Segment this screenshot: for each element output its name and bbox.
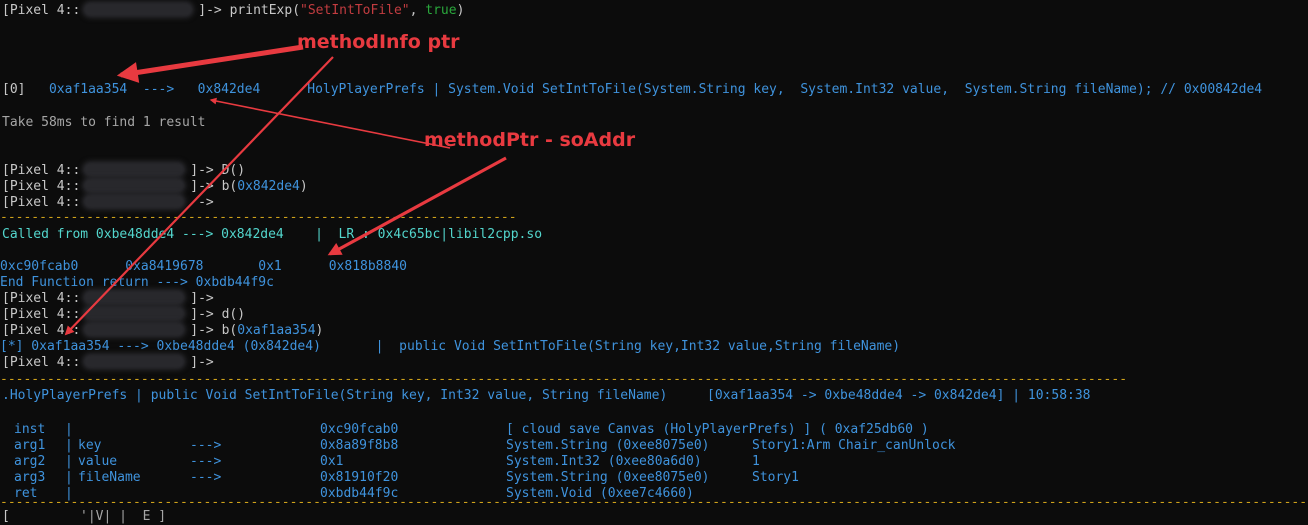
terminal-text: arg2 xyxy=(14,454,46,469)
terminal-text: [ cloud save Canvas (HolyPlayerPrefs) ] … xyxy=(506,422,929,437)
breakpoint-line: [*] 0xaf1aa354 ---> 0xbe48dde4 (0x842de4… xyxy=(0,339,900,355)
terminal-text: [Pixel 4:: xyxy=(2,307,81,322)
terminal-text: [Pixel 4:: xyxy=(2,179,81,194)
redacted-device-id xyxy=(84,323,185,336)
separator-1: ----------------------------------------… xyxy=(0,210,517,226)
terminal-text: [*] 0xaf1aa354 ---> 0xbe48dde4 (0x842de4… xyxy=(0,339,901,354)
terminal-text: 0x8a89f8b8 xyxy=(320,438,399,453)
prompt-line-d: [Pixel 4::]-> d() xyxy=(2,307,245,323)
terminal-text: 0xaf1aa354 ---> 0x842de4 HolyPlayerPrefs… xyxy=(48,82,1263,97)
terminal-text: Story1 xyxy=(752,470,799,485)
hook-header-line: .HolyPlayerPrefs | public Void SetIntToF… xyxy=(2,388,1091,404)
terminal-text: ]-> printExp( xyxy=(198,3,301,18)
terminal-text: key xyxy=(78,438,102,453)
terminal-text: [Pixel 4:: xyxy=(2,323,81,338)
terminal-text: 0x842de4 xyxy=(237,179,300,194)
prompt-line-b-af1aa354: [Pixel 4::]-> b(0xaf1aa354) xyxy=(2,323,323,339)
terminal-text: 0xaf1aa354 xyxy=(237,323,316,338)
terminal-text: ]-> xyxy=(190,355,214,370)
terminal-text: fileName xyxy=(78,470,141,485)
terminal-text: | xyxy=(65,438,73,453)
terminal-text: | xyxy=(65,454,73,469)
terminal-text: true xyxy=(425,3,457,18)
redacted-device-id xyxy=(84,179,185,192)
prompt-line-empty-1: [Pixel 4:: -> xyxy=(2,195,214,211)
terminal-text: inst xyxy=(14,422,46,437)
prompt-line-printexp: [Pixel 4::]-> printExp("SetIntToFile", t… xyxy=(2,3,464,19)
terminal-text: 1 xyxy=(752,454,760,469)
separator-3: ----------------------------------------… xyxy=(0,495,1307,511)
terminal-text: value xyxy=(78,454,118,469)
terminal-text: System.String (0xee8075e0) xyxy=(506,438,710,453)
terminal-text: End Function return ---> 0xbdb44f9c xyxy=(0,275,274,290)
terminal-text: ) xyxy=(315,323,324,338)
terminal-text: Called from 0xbe48dde4 ---> 0x842de4 | L… xyxy=(2,227,543,242)
terminal-text: ) xyxy=(299,179,308,194)
terminal-text: .HolyPlayerPrefs | public Void SetIntToF… xyxy=(2,388,668,403)
terminal-text: [Pixel 4:: xyxy=(2,195,81,210)
prompt-line-b-842de4: [Pixel 4::]-> b(0x842de4) xyxy=(2,179,308,195)
terminal-text: 0xc90fcab0 0xa8419678 0x1 0x818b8840 xyxy=(0,259,407,274)
terminal-text: ----------------------------------------… xyxy=(0,210,517,225)
raw-args-line: 0xc90fcab0 0xa8419678 0x1 0x818b8840 xyxy=(0,259,407,275)
terminal-text: ----------------------------------------… xyxy=(0,495,1308,510)
redacted-device-id xyxy=(84,3,193,16)
terminal-text: 0x1 xyxy=(320,454,344,469)
terminal-text: | xyxy=(65,422,73,437)
separator-2: ----------------------------------------… xyxy=(0,372,1127,388)
terminal-text: "SetIntToFile" xyxy=(300,3,410,18)
terminal-text: ]-> b( xyxy=(190,323,238,338)
terminal-text: arg3 xyxy=(14,470,46,485)
redacted-device-id xyxy=(84,355,185,368)
terminal-text: ---> xyxy=(190,438,222,453)
terminal-text: ]-> d() xyxy=(190,307,246,322)
terminal-output[interactable]: [Pixel 4::]-> printExp("SetIntToFile", t… xyxy=(0,0,1308,524)
terminal-text: Story1:Arm Chair_canUnlock xyxy=(752,438,956,453)
terminal-text: [Pixel 4:: xyxy=(2,163,81,178)
terminal-text: ) xyxy=(456,3,465,18)
terminal-text: System.String (0xee8075e0) xyxy=(506,470,710,485)
clipped-bottom-line: ['|V| | E ] xyxy=(2,509,166,525)
terminal-text: ----------------------------------------… xyxy=(0,372,1128,387)
redacted-device-id xyxy=(84,163,185,176)
terminal-text: '|V| | E ] xyxy=(80,509,167,524)
called-from-line: Called from 0xbe48dde4 ---> 0x842de4 | L… xyxy=(2,227,542,243)
terminal-text: [0xaf1aa354 -> 0xbe48dde4 -> 0x842de4] |… xyxy=(707,388,1091,403)
end-function-line: End Function return ---> 0xbdb44f9c xyxy=(0,275,274,291)
terminal-text: -> xyxy=(190,195,214,210)
terminal-text: ---> xyxy=(190,470,222,485)
terminal-text: ---> xyxy=(190,454,222,469)
terminal-text: [0] xyxy=(2,82,49,97)
terminal-text: ]-> xyxy=(190,291,214,306)
terminal-text: | xyxy=(65,470,73,485)
prompt-line-D: [Pixel 4::]-> D() xyxy=(2,163,245,179)
terminal-text: [Pixel 4:: xyxy=(2,291,81,306)
redacted-device-id xyxy=(84,307,185,320)
terminal-text: Take 58ms to find 1 result xyxy=(2,115,206,130)
terminal-text: 0x81910f20 xyxy=(320,470,399,485)
redacted-device-id xyxy=(84,195,185,208)
prompt-line-empty-3: [Pixel 4::]-> xyxy=(2,355,214,371)
terminal-text: System.Int32 (0xee80a6d0) xyxy=(506,454,702,469)
terminal-text: arg1 xyxy=(14,438,46,453)
redacted-device-id xyxy=(84,291,185,304)
terminal-text: ]-> D() xyxy=(190,163,246,178)
search-result-line: [0] 0xaf1aa354 ---> 0x842de4 HolyPlayerP… xyxy=(2,82,1262,98)
terminal-text: [Pixel 4:: xyxy=(2,355,81,370)
search-stats-line: Take 58ms to find 1 result xyxy=(2,115,206,131)
prompt-line-empty-2: [Pixel 4::]-> xyxy=(2,291,214,307)
terminal-text: [Pixel 4:: xyxy=(2,3,81,18)
terminal-text: 0xc90fcab0 xyxy=(320,422,399,437)
terminal-text: , xyxy=(409,3,426,18)
terminal-text: ]-> b( xyxy=(190,179,238,194)
